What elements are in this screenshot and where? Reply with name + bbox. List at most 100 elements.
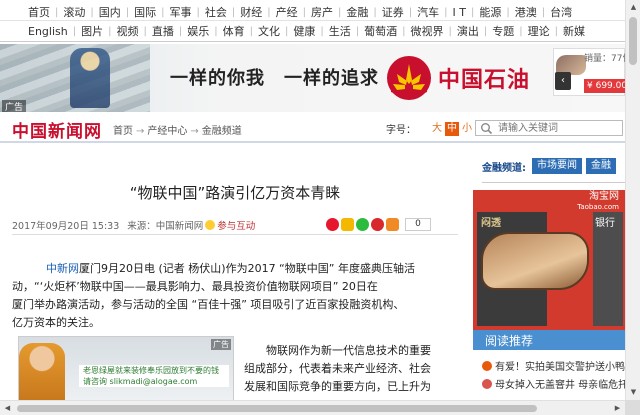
finance-channel-row: 金融频道: 市场要闻 金融	[482, 158, 620, 174]
news-item-text: 有爱！实拍美国交警护送小鸭子	[495, 362, 635, 373]
font-size-small[interactable]: 小	[460, 122, 474, 136]
news-bullet-icon	[482, 379, 492, 389]
scroll-down-icon[interactable]: ▼	[626, 385, 640, 400]
carousel-prev-button[interactable]: ‹	[555, 72, 571, 90]
row1-item[interactable]: 军事	[170, 4, 192, 20]
breadcrumb-industry[interactable]: 产经中心	[147, 126, 187, 137]
row2-item[interactable]: 文化	[258, 23, 280, 39]
comment-icon	[205, 220, 216, 230]
row2-item[interactable]: 健康	[293, 23, 315, 39]
article-divider	[12, 234, 458, 235]
row2-item[interactable]: 直播	[152, 23, 174, 39]
taobao-panel-right-text: 银行	[595, 218, 615, 229]
row1-item[interactable]: 产经	[276, 4, 298, 20]
row2-item[interactable]: 微视界	[410, 23, 443, 39]
sandal-image	[481, 232, 589, 290]
search-box[interactable]	[475, 120, 623, 136]
row1-item[interactable]: 证券	[382, 4, 404, 20]
row2-item[interactable]: 体育	[223, 23, 245, 39]
horizontal-scrollbar[interactable]: ◀ ▶	[0, 400, 625, 415]
banner-slogan: 一样的你我 一样的追求	[170, 68, 379, 89]
row1-item[interactable]: 国际	[134, 4, 156, 20]
taobao-ad[interactable]: 淘宝网 Taobao.com 闷透 银行	[473, 190, 625, 330]
breadcrumb-home[interactable]: 首页	[113, 126, 133, 137]
row1-item[interactable]: 房产	[311, 4, 333, 20]
nav-separator: |	[448, 25, 452, 37]
taobao-logo-text: 淘宝网	[589, 191, 619, 202]
row2-item[interactable]: 理论	[528, 23, 550, 39]
nav-separator: |	[541, 6, 546, 18]
nav-separator: |	[90, 6, 94, 18]
site-logo[interactable]: 中国新闻网	[12, 117, 102, 142]
row2-item[interactable]: 生活	[329, 23, 351, 39]
ad-tag: 广告	[2, 100, 27, 112]
search-input[interactable]	[498, 121, 618, 135]
row2-item[interactable]: 演出	[457, 23, 479, 39]
banner-brand: 中国石油	[438, 68, 531, 93]
para1-line-3: 厦门举办路演活动，参与活动的全国 “百佳十强” 项目吸引了近百家投融资机构、	[12, 298, 405, 311]
article: “物联中国”路演引亿万资本青睐 2017年09月20日 15:33 来源：中国新…	[0, 146, 470, 402]
share-count: 0	[405, 218, 431, 231]
more-share-icon[interactable]	[386, 218, 399, 231]
join-discussion-link[interactable]: 参与互动	[217, 218, 255, 232]
row2-item[interactable]: English	[28, 25, 68, 38]
breadcrumb-finance[interactable]: 金融频道	[202, 126, 242, 137]
row2-item[interactable]: 专题	[492, 23, 514, 39]
scrollbar-corner	[625, 400, 640, 415]
scroll-right-icon[interactable]: ▶	[610, 401, 625, 415]
article-paragraph-2: 物联网作为新一代信息技术的重要 组成部分，代表着未来产业经济、社会 发展和国际竞…	[244, 342, 464, 396]
row1-item[interactable]: 金融	[346, 4, 368, 20]
row1-item[interactable]: 台湾	[550, 4, 572, 20]
row1-item[interactable]: 港澳	[515, 4, 537, 20]
row1-item[interactable]: 财经	[240, 4, 262, 20]
qzone-share-icon[interactable]	[341, 218, 354, 231]
row1-item[interactable]: 汽车	[417, 4, 439, 20]
nav-separator: |	[55, 6, 59, 18]
vertical-scroll-thumb[interactable]	[629, 17, 637, 65]
inline-ad[interactable]: 老恩绿屋就来装修奉乐园放到不要的钱 请咨询 slikmadi@alogae.co…	[18, 336, 234, 402]
row1-item[interactable]: 社会	[205, 4, 227, 20]
search-icon[interactable]	[480, 122, 493, 135]
font-size-large[interactable]: 大	[430, 122, 444, 136]
scroll-up-icon[interactable]: ▲	[626, 0, 640, 15]
nav-separator: |	[267, 6, 271, 18]
row1-item[interactable]: 滚动	[63, 4, 85, 20]
news-bullet-icon	[482, 361, 492, 371]
row2-item[interactable]: 娱乐	[187, 23, 209, 39]
row2-item[interactable]: 图片	[81, 23, 103, 39]
nav-separator: |	[249, 25, 253, 37]
row1-item[interactable]: 能源	[479, 4, 501, 20]
scroll-left-icon[interactable]: ◀	[0, 401, 15, 415]
news-item[interactable]: 母女掉入无盖窨井 母亲临危托女	[482, 376, 638, 391]
horizontal-scroll-thumb[interactable]	[17, 405, 537, 412]
para2-line-2: 组成部分，代表着未来产业经济、社会	[244, 362, 431, 375]
row2-item[interactable]: 葡萄酒	[364, 23, 397, 39]
nav-separator: |	[408, 6, 413, 18]
font-size-medium[interactable]: 中	[445, 121, 459, 136]
vertical-scrollbar[interactable]: ▲ ▼	[625, 0, 640, 400]
market-news-button[interactable]: 市场要闻	[532, 158, 582, 174]
row2-item[interactable]: 视频	[116, 23, 138, 39]
banner-ad[interactable]: 一样的你我 一样的追求 中国石油 广告	[0, 44, 625, 112]
row1-item[interactable]: 国内	[99, 4, 121, 20]
wechat-share-icon[interactable]	[356, 218, 369, 231]
article-source: 来源：中国新闻网	[127, 221, 204, 232]
nav-separator: |	[178, 25, 183, 37]
breadcrumb-arrow-icon: →	[190, 126, 199, 137]
source-link[interactable]: 中新网	[46, 262, 79, 275]
breadcrumb-arrow-icon: →	[136, 126, 145, 137]
article-meta: 2017年09月20日 15:33 来源：中国新闻网 参与互动	[12, 218, 255, 232]
row1-item[interactable]: 首页	[28, 4, 50, 20]
row1-item[interactable]: I T	[453, 6, 466, 19]
nav-separator: |	[402, 25, 406, 37]
article-date: 2017年09月20日 15:33	[12, 221, 120, 232]
finance-button[interactable]: 金融	[586, 158, 616, 174]
inline-ad-person-image	[19, 343, 65, 401]
row2-item[interactable]: 新媒	[563, 23, 585, 39]
renren-share-icon[interactable]	[371, 218, 384, 231]
nav-row-2: English | 图片 | 视频 | 直播 | 娱乐 | 体育 | 文化 | 健康 | 生活 | 葡萄酒 | 微视界 |…	[28, 22, 585, 40]
news-item[interactable]: 有爱！实拍美国交警护送小鸭子	[482, 358, 635, 373]
weibo-share-icon[interactable]	[326, 218, 339, 231]
nav-separator: |	[231, 6, 236, 18]
nav-separator: |	[506, 6, 510, 18]
